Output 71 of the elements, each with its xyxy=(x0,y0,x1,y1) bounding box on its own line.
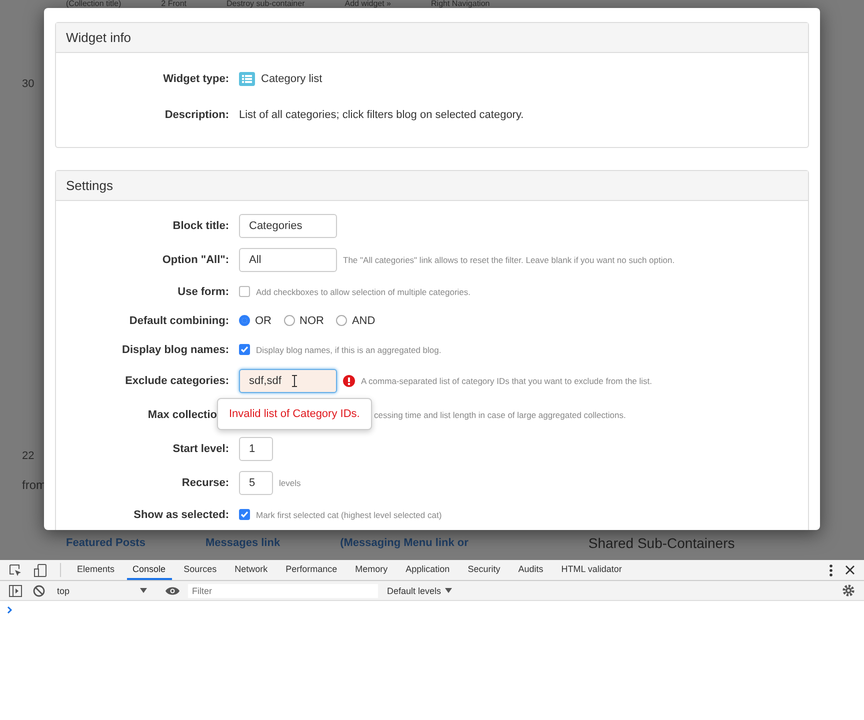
unit-label: levels xyxy=(279,478,301,488)
field-label: Display blog names: xyxy=(121,344,230,356)
devtools-tab[interactable]: Performance xyxy=(280,560,344,580)
error-tooltip: Invalid list of Category IDs. xyxy=(217,398,372,430)
input-field[interactable]: Categories xyxy=(239,214,337,238)
field-label: Widget type: xyxy=(162,73,230,85)
clear-icon[interactable] xyxy=(33,584,45,596)
checkbox[interactable] xyxy=(239,344,250,355)
input-field[interactable]: sdf,sdf xyxy=(239,369,337,393)
field-label: Recurse: xyxy=(180,477,230,489)
context-dropdown[interactable]: top xyxy=(53,586,151,596)
input-field[interactable]: All xyxy=(239,248,337,272)
help-text: Display blog names, if this is an aggregated blog. xyxy=(256,344,442,354)
input-field[interactable]: 1 xyxy=(239,437,273,461)
help-text: Mark first selected cat (highest level selected cat) xyxy=(256,510,442,520)
background-number: 30 xyxy=(22,78,34,90)
devtools-tab[interactable]: Application xyxy=(400,560,456,580)
radio-button[interactable] xyxy=(336,315,347,326)
field-value: Category list xyxy=(261,73,322,85)
devtools-tab[interactable]: Elements xyxy=(71,560,121,580)
background-heading: Shared Sub-Containers xyxy=(588,535,735,551)
help-text: The "All categories" link allows to reset the filter. Leave blank if you want no such option. xyxy=(343,255,675,265)
eye-icon[interactable] xyxy=(165,586,180,596)
device-icon[interactable] xyxy=(34,564,47,576)
error-icon xyxy=(343,375,355,387)
background-text: Right Navigation xyxy=(431,0,490,8)
background-text: (Collection title) xyxy=(66,0,122,8)
field-label: Use form: xyxy=(176,286,230,298)
radio-button[interactable] xyxy=(239,315,250,326)
devtools-tab[interactable]: Audits xyxy=(512,560,550,580)
sidebar-icon[interactable] xyxy=(9,584,22,596)
text-cursor-icon xyxy=(291,375,298,387)
devtools-tab[interactable]: Network xyxy=(228,560,274,580)
settings-icon[interactable] xyxy=(842,584,855,597)
caret-icon xyxy=(140,588,147,593)
radio-label: NOR xyxy=(300,314,324,326)
radio-label: AND xyxy=(352,314,376,326)
radio-label: OR xyxy=(255,314,272,326)
panel-title: Settings xyxy=(66,178,113,193)
field-label: Option "All": xyxy=(161,254,230,266)
filter-field[interactable]: Filter xyxy=(188,584,378,598)
devtools-tab[interactable]: HTML validator xyxy=(555,560,628,580)
background-text: 2 Front xyxy=(161,0,186,8)
inspect-icon[interactable] xyxy=(9,564,22,576)
field-label: Exclude categories: xyxy=(124,375,230,387)
panel-title: Widget info xyxy=(66,30,132,45)
levels-dropdown[interactable]: Default levels xyxy=(387,586,452,596)
help-text: cessing time and list length in case of large aggregated collections. xyxy=(374,410,626,420)
caret-icon xyxy=(445,588,452,593)
field-value: List of all categories; click filters blog on selected category. xyxy=(239,109,524,121)
field-label: Show as selected: xyxy=(132,508,230,520)
background-text: Add widget » xyxy=(344,0,392,8)
help-text: A comma-separated list of category IDs that you want to exclude from the list. xyxy=(361,376,652,386)
devtools-tab[interactable]: Memory xyxy=(349,560,394,580)
checkbox[interactable] xyxy=(239,286,250,297)
help-text: Add checkboxes to allow selection of multiple categories. xyxy=(256,286,471,296)
field-label: Start level: xyxy=(172,443,230,455)
field-label: Default combining: xyxy=(128,314,230,326)
close-icon[interactable] xyxy=(845,565,855,575)
input-field[interactable]: 5 xyxy=(239,471,273,495)
prompt-icon xyxy=(7,606,13,614)
background-number: 22 xyxy=(22,450,34,462)
field-label: Block title: xyxy=(172,220,230,232)
field-label: Description: xyxy=(164,109,230,121)
devtools-tab[interactable]: Security xyxy=(462,560,506,580)
radio-button[interactable] xyxy=(284,315,294,326)
more-icon[interactable] xyxy=(829,564,833,576)
checkbox[interactable] xyxy=(239,509,250,520)
devtools-tab[interactable]: Sources xyxy=(178,560,223,580)
list-icon xyxy=(239,72,255,86)
background-text: Destroy sub-container xyxy=(226,0,305,8)
